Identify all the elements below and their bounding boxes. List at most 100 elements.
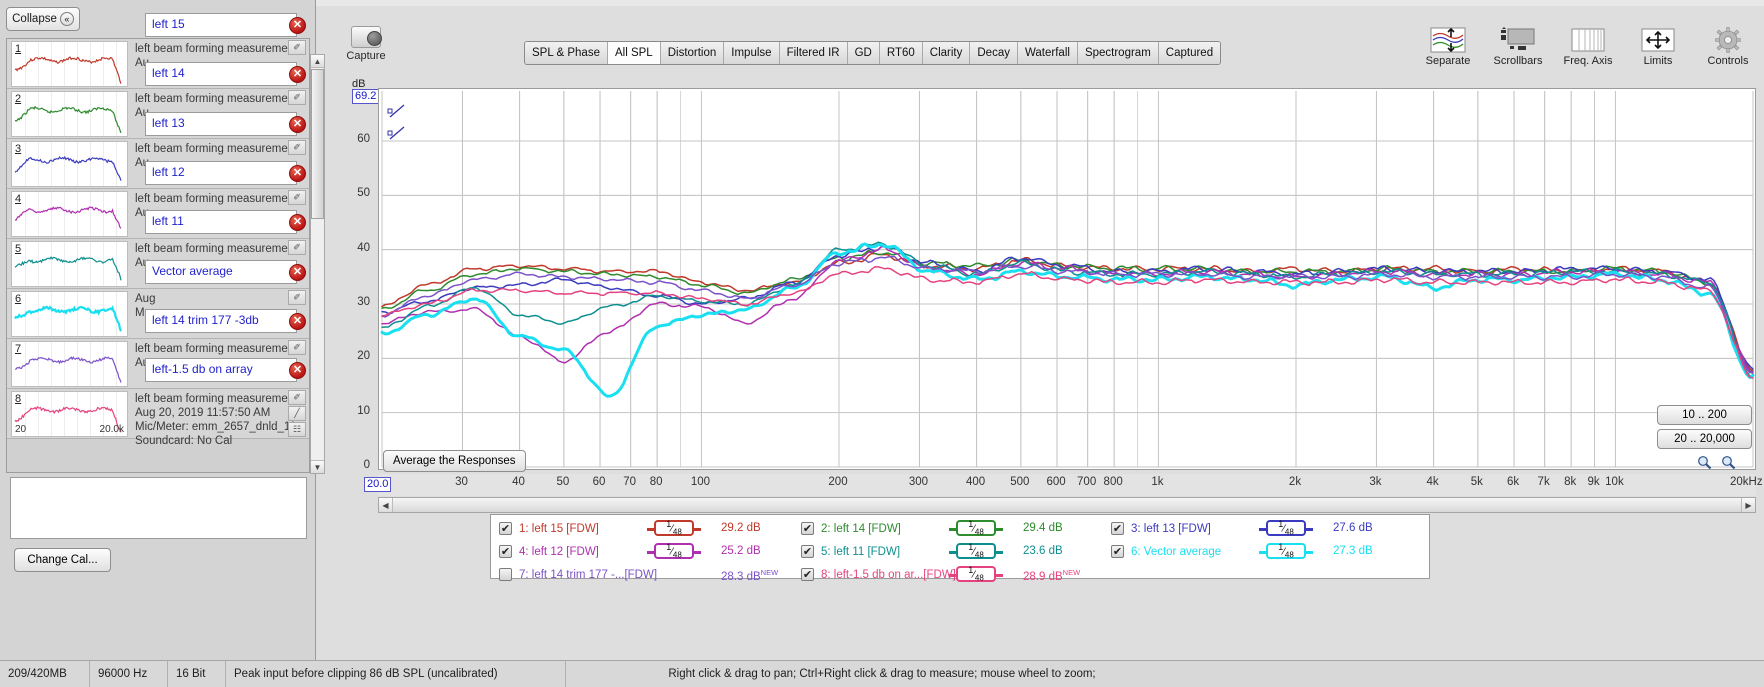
cursor-marker-a-icon[interactable] bbox=[387, 103, 407, 124]
delete-measurement-button[interactable]: ✕ bbox=[289, 115, 306, 133]
legend-checkbox[interactable]: ✔ bbox=[801, 545, 814, 558]
measurement-thumbnail[interactable]: 2 bbox=[11, 91, 128, 137]
smoothing-badge[interactable]: 1⁄48 bbox=[647, 519, 701, 537]
limits-button[interactable]: Limits bbox=[1630, 25, 1686, 67]
average-responses-button[interactable]: Average the Responses bbox=[383, 450, 526, 472]
tab-spl-phase[interactable]: SPL & Phase bbox=[525, 42, 608, 64]
edit-trace-icon[interactable]: ✐ bbox=[288, 140, 306, 155]
chart-tools-toolbar[interactable]: Separate Scrollbars Freq. Axis Limits Contro… bbox=[1420, 25, 1756, 67]
delete-measurement-button[interactable]: ✕ bbox=[289, 164, 306, 182]
separate-button[interactable]: Separate bbox=[1420, 25, 1476, 67]
legend-item[interactable]: ✔ 4: left 12 [FDW] bbox=[499, 540, 599, 563]
measurement-thumbnail[interactable]: 4 bbox=[11, 191, 128, 237]
scroll-down-arrow[interactable]: ▼ bbox=[311, 460, 324, 473]
legend-item[interactable]: ✔ 3: left 13 [FDW] bbox=[1111, 517, 1211, 540]
y-axis-top-value[interactable]: 69.2 bbox=[352, 89, 380, 104]
tab-distortion[interactable]: Distortion bbox=[660, 42, 725, 64]
zoom-out-icon[interactable] bbox=[1721, 455, 1736, 470]
tab-rt60[interactable]: RT60 bbox=[879, 42, 923, 64]
edit-trace-icon[interactable]: ✐ bbox=[288, 390, 306, 405]
measurement-name-input[interactable]: left 11 bbox=[145, 210, 297, 235]
x-axis-start-value[interactable]: 20.0 bbox=[364, 477, 392, 492]
tab-all-spl[interactable]: All SPL bbox=[607, 42, 661, 64]
scroll-right-arrow[interactable]: ▶ bbox=[1741, 498, 1755, 512]
freq-axis-button[interactable]: Freq. Axis bbox=[1560, 25, 1616, 67]
range-20-20000-button[interactable]: 20 .. 20,000 bbox=[1657, 429, 1752, 449]
measurement-name-input[interactable]: Vector average bbox=[145, 259, 297, 284]
measurement-thumbnail[interactable]: 7 bbox=[11, 341, 128, 387]
trace-line-icon[interactable]: ╱ bbox=[288, 406, 306, 421]
measurement-list[interactable]: 1 left beam forming measurement. Au ✐ 2 left … bbox=[6, 38, 310, 473]
tab-decay[interactable]: Decay bbox=[970, 42, 1018, 64]
delete-measurement-button[interactable]: ✕ bbox=[289, 312, 306, 330]
legend-checkbox[interactable]: ✔ bbox=[1111, 522, 1124, 535]
measurement-thumbnail[interactable]: 5 bbox=[11, 241, 128, 287]
view-tab-bar[interactable]: SPL & Phase All SPL Distortion Impulse Filte… bbox=[524, 41, 1222, 65]
measurement-name-input[interactable]: left 15 bbox=[145, 13, 297, 37]
legend-item[interactable]: ✔ 1: left 15 [FDW] bbox=[499, 517, 599, 540]
smoothing-badge[interactable]: 1⁄48 bbox=[949, 519, 1003, 537]
trace-legend[interactable]: ✔ 1: left 15 [FDW] 1⁄48 29.2 dB ✔ 2: left 14 … bbox=[490, 514, 1430, 583]
legend-checkbox[interactable]: ✔ bbox=[499, 545, 512, 558]
zoom-in-icon[interactable] bbox=[1697, 455, 1712, 470]
measurement-thumbnail[interactable]: 3 bbox=[11, 141, 128, 187]
legend-checkbox[interactable]: ✔ bbox=[1111, 545, 1124, 558]
measurement-name-input[interactable]: left 14 trim 177 -3db bbox=[145, 308, 297, 333]
legend-checkbox[interactable]: ✔ bbox=[499, 522, 512, 535]
tab-spectrogram[interactable]: Spectrogram bbox=[1077, 42, 1159, 64]
tab-captured[interactable]: Captured bbox=[1158, 42, 1221, 64]
tab-waterfall[interactable]: Waterfall bbox=[1017, 42, 1078, 64]
measurement-thumbnail[interactable]: 1 bbox=[11, 41, 128, 87]
edit-trace-icon[interactable]: ✐ bbox=[288, 240, 306, 255]
scroll-up-arrow[interactable]: ▲ bbox=[311, 55, 324, 68]
edit-trace-icon[interactable]: ✐ bbox=[288, 290, 306, 305]
scroll-left-arrow[interactable]: ◀ bbox=[379, 498, 393, 512]
legend-item[interactable]: ✔ 2: left 14 [FDW] bbox=[801, 517, 901, 540]
spl-chart[interactable] bbox=[378, 88, 1756, 470]
measurement-thumbnail[interactable]: 6 bbox=[11, 291, 128, 337]
scrollbars-button[interactable]: Scrollbars bbox=[1490, 25, 1546, 67]
legend-item[interactable]: ✔ 8: left-1.5 db on ar...[FDW] bbox=[801, 563, 956, 586]
legend-item[interactable]: ✔ 5: left 11 [FDW] bbox=[801, 540, 900, 563]
legend-checkbox[interactable] bbox=[499, 568, 512, 581]
edit-trace-icon[interactable]: ✐ bbox=[288, 40, 306, 55]
tab-clarity[interactable]: Clarity bbox=[922, 42, 971, 64]
sidebar-scrollbar[interactable]: ▲ ▼ bbox=[310, 54, 325, 474]
edit-trace-icon[interactable]: ✐ bbox=[288, 190, 306, 205]
measurement-name-input[interactable]: left 13 bbox=[145, 111, 297, 136]
notes-textarea[interactable] bbox=[10, 477, 307, 539]
smoothing-badge[interactable]: 1⁄48 bbox=[949, 542, 1003, 560]
delete-measurement-button[interactable]: ✕ bbox=[289, 263, 306, 281]
legend-checkbox[interactable]: ✔ bbox=[801, 568, 814, 581]
legend-item[interactable]: ✔ 6: Vector average bbox=[1111, 540, 1221, 563]
tab-filtered-ir[interactable]: Filtered IR bbox=[779, 42, 848, 64]
capture-button[interactable]: Capture bbox=[340, 26, 392, 62]
change-cal-button[interactable]: Change Cal... bbox=[14, 548, 111, 572]
sidebar-scroll-thumb[interactable] bbox=[311, 69, 324, 219]
controls-button[interactable]: Controls bbox=[1700, 25, 1756, 67]
smoothing-badge[interactable]: 1⁄48 bbox=[1259, 542, 1313, 560]
legend-item[interactable]: 7: left 14 trim 177 -...[FDW] bbox=[499, 563, 657, 586]
edit-trace-icon[interactable]: ✐ bbox=[288, 340, 306, 355]
chart-horizontal-scrollbar[interactable]: ◀ ▶ bbox=[378, 497, 1756, 513]
measurement-row[interactable]: 8 20 20.0k left beam forming measurement. Au… bbox=[7, 389, 309, 447]
delete-measurement-button[interactable]: ✕ bbox=[289, 17, 306, 34]
measurement-name-input[interactable]: left 12 bbox=[145, 160, 297, 185]
measurement-name-input[interactable]: left 14 bbox=[145, 62, 297, 87]
measurement-name-input[interactable]: left-1.5 db on array bbox=[145, 358, 297, 383]
tab-gd[interactable]: GD bbox=[847, 42, 880, 64]
smoothing-badge[interactable]: 1⁄48 bbox=[647, 542, 701, 560]
tab-impulse[interactable]: Impulse bbox=[724, 42, 780, 64]
edit-trace-icon[interactable]: ✐ bbox=[288, 90, 306, 105]
y-axis-tick-label: 60 bbox=[357, 132, 370, 145]
measurement-thumbnail[interactable]: 8 20 20.0k bbox=[11, 391, 128, 437]
delete-measurement-button[interactable]: ✕ bbox=[289, 362, 306, 380]
range-10-200-button[interactable]: 10 .. 200 bbox=[1657, 405, 1752, 425]
horizontal-scroll-thumb[interactable] bbox=[393, 498, 1741, 512]
legend-checkbox[interactable]: ✔ bbox=[801, 522, 814, 535]
export-icon[interactable]: ☷ bbox=[288, 422, 306, 437]
smoothing-badge[interactable]: 1⁄48 bbox=[949, 565, 1003, 583]
cursor-marker-b-icon[interactable] bbox=[387, 125, 407, 146]
collapse-button[interactable]: Collapse « bbox=[6, 7, 80, 31]
smoothing-badge[interactable]: 1⁄48 bbox=[1259, 519, 1313, 537]
